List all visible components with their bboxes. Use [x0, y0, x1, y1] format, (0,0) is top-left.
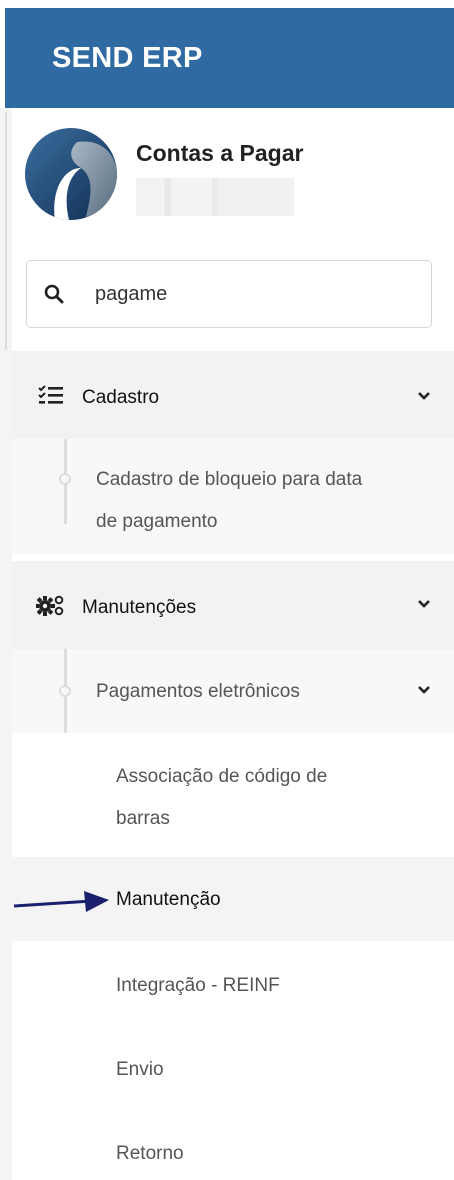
- gears-icon: [36, 595, 64, 616]
- annotation-arrow-icon: [14, 891, 109, 912]
- menu-manutencoes-label: Manutenções: [82, 597, 197, 618]
- menu-cadastro-label: Cadastro: [82, 387, 160, 408]
- menu-integracao-reinf[interactable]: Integração - REINF: [12, 943, 454, 1027]
- tree-node: [59, 473, 71, 485]
- item-line: barras: [116, 808, 170, 829]
- tree-node: [59, 685, 71, 697]
- cadastro-subpanel: Cadastro de bloqueio para data de pagame…: [12, 439, 454, 555]
- user-subtitle-redacted: [136, 178, 294, 216]
- item-line: Cadastro de bloqueio para data: [96, 469, 363, 490]
- chevron-down-icon: [418, 392, 430, 400]
- left-edge-divider: [5, 112, 7, 350]
- menu-envio[interactable]: Envio: [12, 1027, 454, 1111]
- search-input[interactable]: [95, 278, 395, 310]
- search-box[interactable]: [26, 260, 432, 328]
- item-line: de pagamento: [96, 511, 218, 532]
- company-logo: [25, 128, 117, 220]
- search-icon: [44, 284, 64, 304]
- menu-retorno-label: Retorno: [116, 1143, 184, 1164]
- menu-manutencoes[interactable]: Manutenções: [12, 561, 454, 649]
- chevron-down-icon: [418, 600, 430, 608]
- checklist-icon: [38, 385, 63, 404]
- app-header: SEND ERP: [5, 8, 454, 108]
- menu-cadastro[interactable]: Cadastro: [12, 351, 454, 439]
- menu-associacao-codigo-barras[interactable]: Associação de código de barras: [12, 736, 454, 854]
- user-name: Contas a Pagar: [136, 140, 304, 166]
- menu-retorno[interactable]: Retorno: [12, 1111, 454, 1180]
- menu-pagamentos-eletronicos-label: Pagamentos eletrônicos: [96, 681, 300, 702]
- app-title: SEND ERP: [52, 42, 203, 74]
- menu-cadastro-bloqueio[interactable]: Cadastro de bloqueio para data de pagame…: [96, 459, 362, 543]
- item-line: Associação de código de: [116, 766, 328, 787]
- pagamentos-eletronicos-panel[interactable]: Pagamentos eletrônicos: [12, 649, 454, 733]
- menu-integracao-reinf-label: Integração - REINF: [116, 975, 280, 996]
- chevron-down-icon: [418, 686, 430, 694]
- menu-envio-label: Envio: [116, 1059, 164, 1080]
- menu-manutencao-label: Manutenção: [116, 889, 221, 910]
